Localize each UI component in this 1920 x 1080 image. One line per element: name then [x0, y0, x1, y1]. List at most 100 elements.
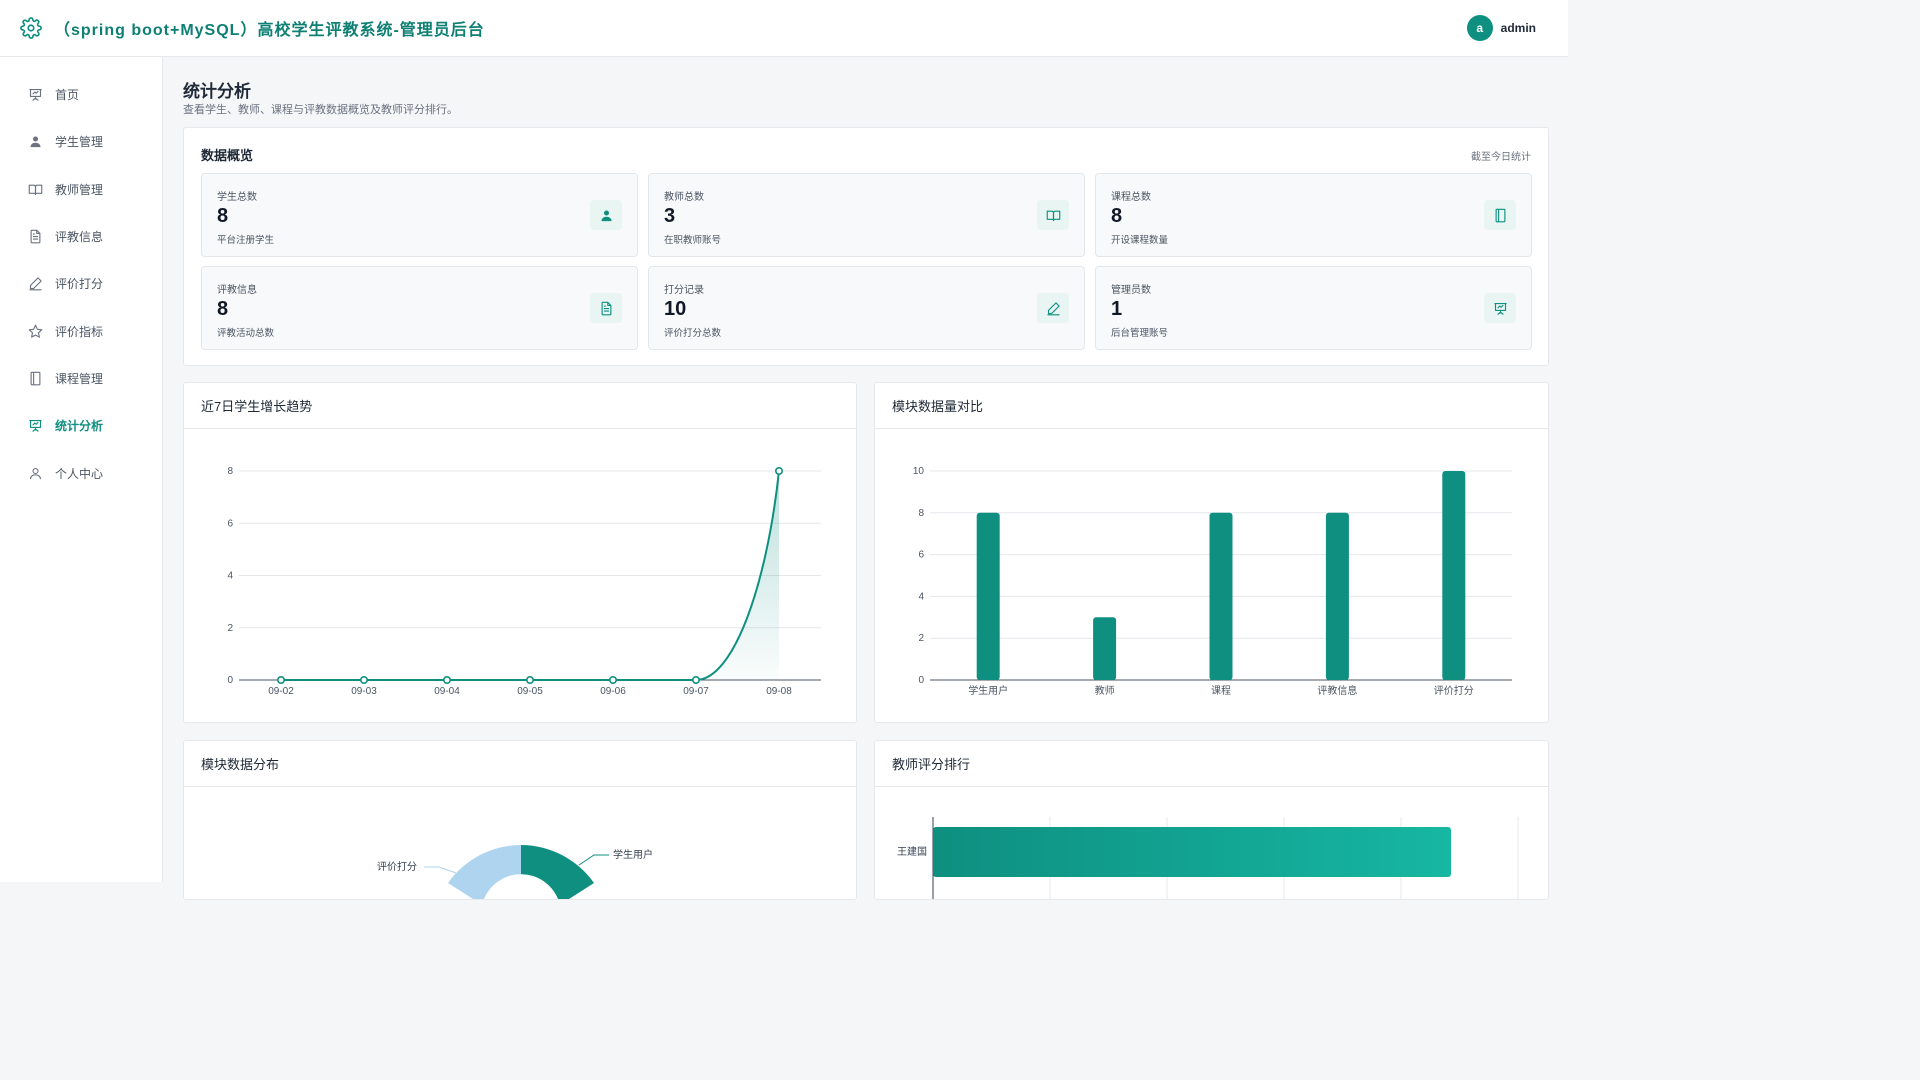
y-tick-label: 4	[918, 591, 924, 602]
sidebar-item-teachers[interactable]: 教师管理	[0, 166, 162, 213]
pen-icon	[29, 277, 42, 291]
x-tick-label: 09-04	[434, 686, 460, 697]
bar	[1093, 617, 1117, 680]
stat-card-students: 学生总数 8 平台注册学生	[201, 173, 638, 257]
y-tick-label: 2	[227, 623, 233, 634]
line-chart: 0 2 4 6 8 09-02 09-03 09-04 09-05 09-06 09-07 09-08	[227, 466, 821, 697]
y-tick-label: 8	[918, 508, 924, 519]
pie-chart: 学生用户 评价打分	[377, 845, 653, 899]
sidebar-item-courses[interactable]: 课程管理	[0, 355, 162, 402]
overview-card: 数据概览 截至今日统计 学生总数 8 平台注册学生 教师总数 3 在职教师账号 …	[183, 127, 1549, 366]
user-name[interactable]: admin	[1501, 21, 1536, 35]
sidebar-item-label: 评价打分	[55, 277, 104, 292]
stat-desc: 评教活动总数	[217, 328, 275, 339]
module-compare-chart-card: 模块数据量对比 0 2 4 6 8 10 学生用户 教师 课程 评教信息 评价打分	[874, 382, 1549, 723]
presentation-icon	[29, 420, 42, 432]
user-icon	[590, 200, 622, 230]
chart-title: 模块数据分布	[184, 741, 856, 787]
sidebar-item-label: 个人中心	[55, 466, 104, 481]
sidebar-item-label: 首页	[55, 88, 80, 103]
sidebar-item-label: 教师管理	[55, 182, 104, 197]
x-tick-label: 评价打分	[1434, 684, 1474, 697]
pie-label-students: 学生用户	[613, 848, 653, 861]
gear-icon	[20, 17, 42, 39]
data-point	[442, 676, 451, 685]
sidebar-item-indicators[interactable]: 评价指标	[0, 307, 162, 354]
sidebar-item-statistics[interactable]: 统计分析	[0, 402, 162, 449]
sidebar-item-evaluations[interactable]: 评教信息	[0, 213, 162, 260]
user-filled-icon	[30, 136, 41, 148]
y-tick-label: 8	[227, 466, 233, 477]
data-point	[691, 676, 700, 685]
presentation-icon	[29, 89, 42, 101]
bar	[1325, 512, 1349, 680]
bar	[976, 512, 1000, 680]
overview-title: 数据概览	[201, 148, 254, 163]
page-title: 统计分析	[183, 82, 251, 101]
sidebar-item-label: 统计分析	[55, 419, 104, 434]
stat-value: 8	[217, 205, 229, 227]
user-menu[interactable]: a admin	[1466, 15, 1536, 41]
overview-note: 截至今日统计	[1471, 152, 1531, 163]
stat-label: 管理员数	[1111, 285, 1151, 296]
notebook-icon	[1484, 200, 1516, 230]
x-tick-label: 09-07	[683, 686, 709, 697]
stat-card-courses: 课程总数 8 开设课程数量	[1095, 173, 1532, 257]
sidebar-item-profile[interactable]: 个人中心	[0, 449, 162, 496]
bar-wangjianguo[interactable]	[933, 827, 1451, 877]
sidebar-item-label: 评价指标	[55, 324, 104, 339]
sidebar-item-label: 学生管理	[55, 135, 104, 150]
x-tick-label: 09-06	[600, 686, 626, 697]
data-point	[360, 676, 369, 685]
stat-desc: 开设课程数量	[1111, 235, 1169, 246]
category-label: 王建国	[897, 845, 927, 858]
data-point	[608, 676, 617, 685]
stat-value: 8	[1111, 205, 1123, 227]
stat-card-evaluations: 评教信息 8 评教活动总数	[201, 266, 638, 350]
chart-title: 模块数据量对比	[875, 383, 1548, 429]
document-icon	[590, 293, 622, 323]
x-tick-label: 09-03	[351, 686, 377, 697]
y-tick-label: 6	[918, 550, 924, 561]
sidebar-item-home[interactable]: 首页	[0, 71, 162, 118]
stat-value: 8	[217, 298, 229, 320]
data-point	[525, 676, 534, 685]
sidebar-item-scoring[interactable]: 评价打分	[0, 260, 162, 307]
stat-desc: 平台注册学生	[217, 235, 275, 246]
bar	[1209, 512, 1233, 680]
sidebar: 首页 学生管理 教师管理 评教信息 评价打分 评价指标 课程管理 统计分析 个人…	[0, 57, 163, 882]
stat-value: 3	[664, 205, 676, 227]
stat-label: 打分记录	[664, 285, 704, 296]
x-tick-label: 评教信息	[1317, 684, 1357, 697]
x-tick-label: 课程	[1211, 685, 1231, 697]
stat-card-teachers: 教师总数 3 在职教师账号	[648, 173, 1085, 257]
teacher-ranking-chart-card: 教师评分排行 王建国	[874, 740, 1549, 900]
bar	[1442, 471, 1466, 680]
y-tick-label: 6	[227, 518, 233, 529]
book-open-icon	[1037, 200, 1069, 230]
chart-title: 教师评分排行	[875, 741, 1548, 787]
y-tick-label: 4	[227, 571, 233, 582]
y-tick-label: 0	[227, 675, 233, 686]
module-distribution-chart-card: 模块数据分布 学生用户 评价打分	[183, 740, 857, 900]
stat-card-scores: 打分记录 10 评价打分总数	[648, 266, 1085, 350]
user-outline-icon	[29, 467, 42, 479]
y-tick-label: 10	[913, 466, 925, 477]
pen-icon	[1037, 293, 1069, 323]
sidebar-item-label: 评教信息	[55, 230, 104, 245]
x-tick-label: 学生用户	[968, 684, 1008, 697]
stat-desc: 在职教师账号	[664, 235, 722, 246]
book-open-icon	[28, 184, 43, 195]
notebook-icon	[30, 371, 41, 386]
stat-label: 教师总数	[664, 192, 704, 203]
presentation-icon	[1484, 293, 1516, 323]
stat-desc: 后台管理账号	[1111, 328, 1169, 339]
data-point	[774, 466, 783, 475]
app-title: （spring boot+MySQL）高校学生评教系统-管理员后台	[54, 22, 485, 39]
sidebar-item-students[interactable]: 学生管理	[0, 118, 162, 165]
horizontal-bar-chart: 王建国	[897, 817, 1519, 899]
stat-desc: 评价打分总数	[664, 328, 722, 339]
avatar[interactable]: a	[1466, 15, 1493, 41]
document-icon	[30, 229, 41, 244]
page-subtitle: 查看学生、教师、课程与评教数据概览及教师评分排行。	[183, 104, 458, 116]
